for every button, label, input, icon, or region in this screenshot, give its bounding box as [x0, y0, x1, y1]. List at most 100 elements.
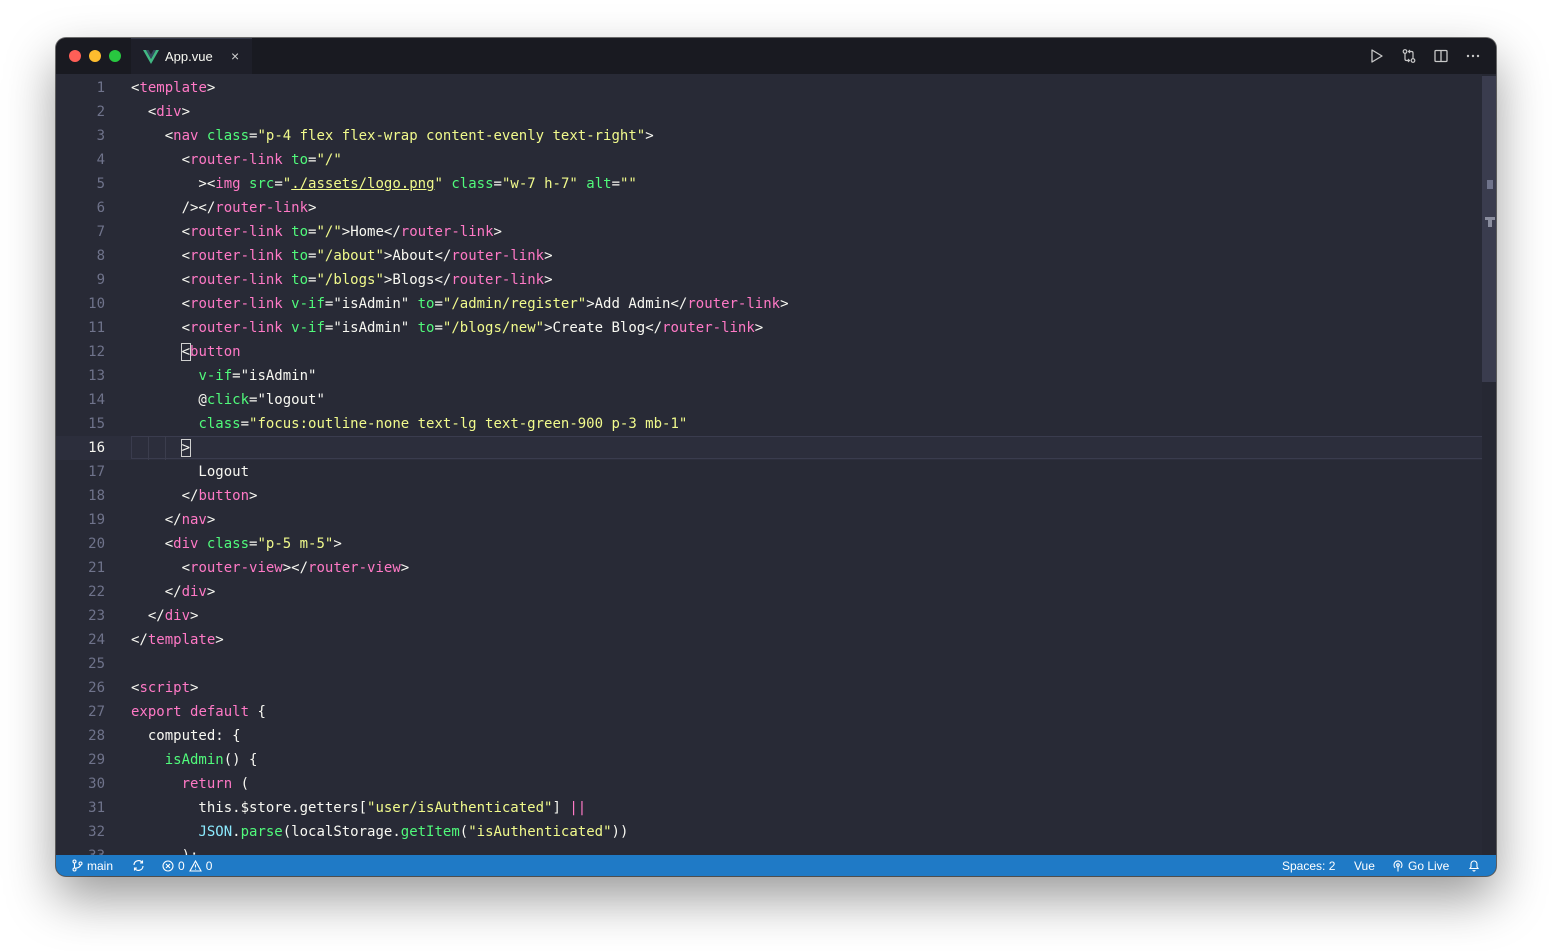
indentation-indicator[interactable]: Spaces: 2	[1282, 858, 1335, 873]
code-line[interactable]: 19 </nav>	[56, 508, 1496, 532]
code-line[interactable]: 11 <router-link v-if="isAdmin" to="/blog…	[56, 316, 1496, 340]
code-line[interactable]: 30 return (	[56, 772, 1496, 796]
code-token: >Blogs</	[383, 272, 452, 288]
code-token: class	[198, 416, 241, 432]
go-live-button[interactable]: Go Live	[1392, 858, 1449, 873]
code-token: "/"	[316, 152, 342, 168]
line-number: 19	[88, 512, 105, 528]
zoom-window-button[interactable]	[109, 50, 121, 62]
more-actions-icon[interactable]	[1464, 47, 1482, 65]
code-token: ="isAdmin"	[324, 320, 418, 336]
code-token: Logout	[131, 464, 250, 480]
code-token: =	[611, 176, 620, 192]
code-editor[interactable]: 1 <template> 2 <div> 3 <nav class="p-4 flex…	[56, 74, 1496, 855]
code-line[interactable]: 10 <router-link v-if="isAdmin" to="/admi…	[56, 292, 1496, 316]
code-text: <script>	[131, 676, 198, 700]
tab-app-vue[interactable]: App.vue ×	[131, 38, 252, 75]
code-token: );	[131, 848, 199, 855]
code-token: ""	[620, 176, 637, 192]
notifications-button[interactable]	[1468, 858, 1480, 873]
code-line[interactable]: 14 @click="logout"	[56, 388, 1496, 412]
code-token: >Add Admin</	[586, 296, 688, 312]
language-label: Vue	[1354, 858, 1375, 873]
language-mode[interactable]: Vue	[1354, 858, 1375, 873]
line-number: 23	[88, 608, 105, 624]
code-line[interactable]: 7 <router-link to="/">Home</router-link>	[56, 220, 1496, 244]
code-token: ||	[569, 800, 587, 816]
code-text: return (	[131, 772, 249, 796]
code-line[interactable]: 12 <button	[56, 340, 1496, 364]
warning-count: 0	[205, 858, 213, 873]
split-editor-icon[interactable]	[1432, 47, 1450, 65]
code-line[interactable]: 2 <div>	[56, 100, 1496, 124]
error-icon	[162, 859, 174, 872]
code-line[interactable]: 32 JSON.parse(localStorage.getItem("isAu…	[56, 820, 1496, 844]
code-line[interactable]: 15 class="focus:outline-none text-lg tex…	[56, 412, 1496, 436]
code-token: router-view	[308, 560, 401, 576]
code-line[interactable]: 4 <router-link to="/"	[56, 148, 1496, 172]
code-token: alt	[586, 176, 612, 192]
code-token: >	[249, 488, 258, 504]
sync-button[interactable]	[132, 858, 145, 873]
scrollbar-thumb[interactable]	[1482, 76, 1496, 382]
code-line[interactable]: 9 <router-link to="/blogs">Blogs</router…	[56, 268, 1496, 292]
code-token: >	[400, 560, 410, 576]
vue-file-icon	[143, 50, 159, 64]
code-line[interactable]: 13 v-if="isAdmin"	[56, 364, 1496, 388]
code-text: <router-link to="/">Home</router-link>	[131, 220, 502, 244]
code-line[interactable]: 18 </button>	[56, 484, 1496, 508]
close-window-button[interactable]	[69, 50, 81, 62]
run-icon[interactable]	[1368, 47, 1386, 65]
sync-icon	[133, 860, 144, 871]
code-token: >	[333, 536, 342, 552]
code-line[interactable]: 8 <router-link to="/about">About</router…	[56, 244, 1496, 268]
code-line[interactable]: 26 <script>	[56, 676, 1496, 700]
code-line[interactable]: 20 <div class="p-5 m-5">	[56, 532, 1496, 556]
compare-changes-icon[interactable]	[1400, 47, 1418, 65]
code-text: isAdmin() {	[131, 748, 258, 772]
code-token: template	[147, 632, 216, 648]
code-token: >Create Blog</	[544, 320, 663, 336]
code-token: isAdmin	[164, 752, 224, 768]
code-token: router-link	[662, 320, 755, 336]
code-lines: 1 <template> 2 <div> 3 <nav class="p-4 flex…	[56, 76, 1496, 855]
problems-indicator[interactable]: 0 0	[162, 858, 212, 873]
code-line[interactable]: 24 </template>	[56, 628, 1496, 652]
close-tab-icon[interactable]: ×	[231, 49, 243, 63]
code-line[interactable]: 29 isAdmin() {	[56, 748, 1496, 772]
code-line[interactable]: 23 </div>	[56, 604, 1496, 628]
code-token: to	[417, 296, 435, 312]
code-token: /></	[131, 200, 216, 216]
line-number: 10	[88, 296, 105, 312]
warning-icon	[188, 859, 202, 872]
code-line[interactable]: 21 <router-view></router-view>	[56, 556, 1496, 580]
code-line[interactable]: 22 </div>	[56, 580, 1496, 604]
code-line[interactable]: 6 /></router-link>	[56, 196, 1496, 220]
code-token: export	[131, 704, 182, 720]
code-line[interactable]: 33 );	[56, 844, 1496, 855]
code-line[interactable]: 5 ><img src="./assets/logo.png" class="w…	[56, 172, 1496, 196]
code-line[interactable]: 3 <nav class="p-4 flex flex-wrap content…	[56, 124, 1496, 148]
line-number: 7	[96, 224, 105, 240]
code-line[interactable]: 1 <template>	[56, 76, 1496, 100]
minimize-window-button[interactable]	[89, 50, 101, 62]
code-line[interactable]: 28 computed: {	[56, 724, 1496, 748]
code-token: <	[131, 272, 191, 288]
line-number: 5	[96, 176, 105, 192]
code-line[interactable]: 17 Logout	[56, 460, 1496, 484]
code-text: </nav>	[131, 508, 216, 532]
code-text: export default {	[131, 700, 266, 724]
code-line[interactable]: 27 export default {	[56, 700, 1496, 724]
line-number: 31	[88, 800, 105, 816]
code-line[interactable]: 16 >	[56, 436, 1496, 460]
code-token: (	[459, 824, 469, 840]
code-token: >	[493, 224, 502, 240]
branch-indicator[interactable]: main	[72, 858, 113, 873]
code-line[interactable]: 25	[56, 652, 1496, 676]
code-line[interactable]: 31 this.$store.getters["user/isAuthentic…	[56, 796, 1496, 820]
